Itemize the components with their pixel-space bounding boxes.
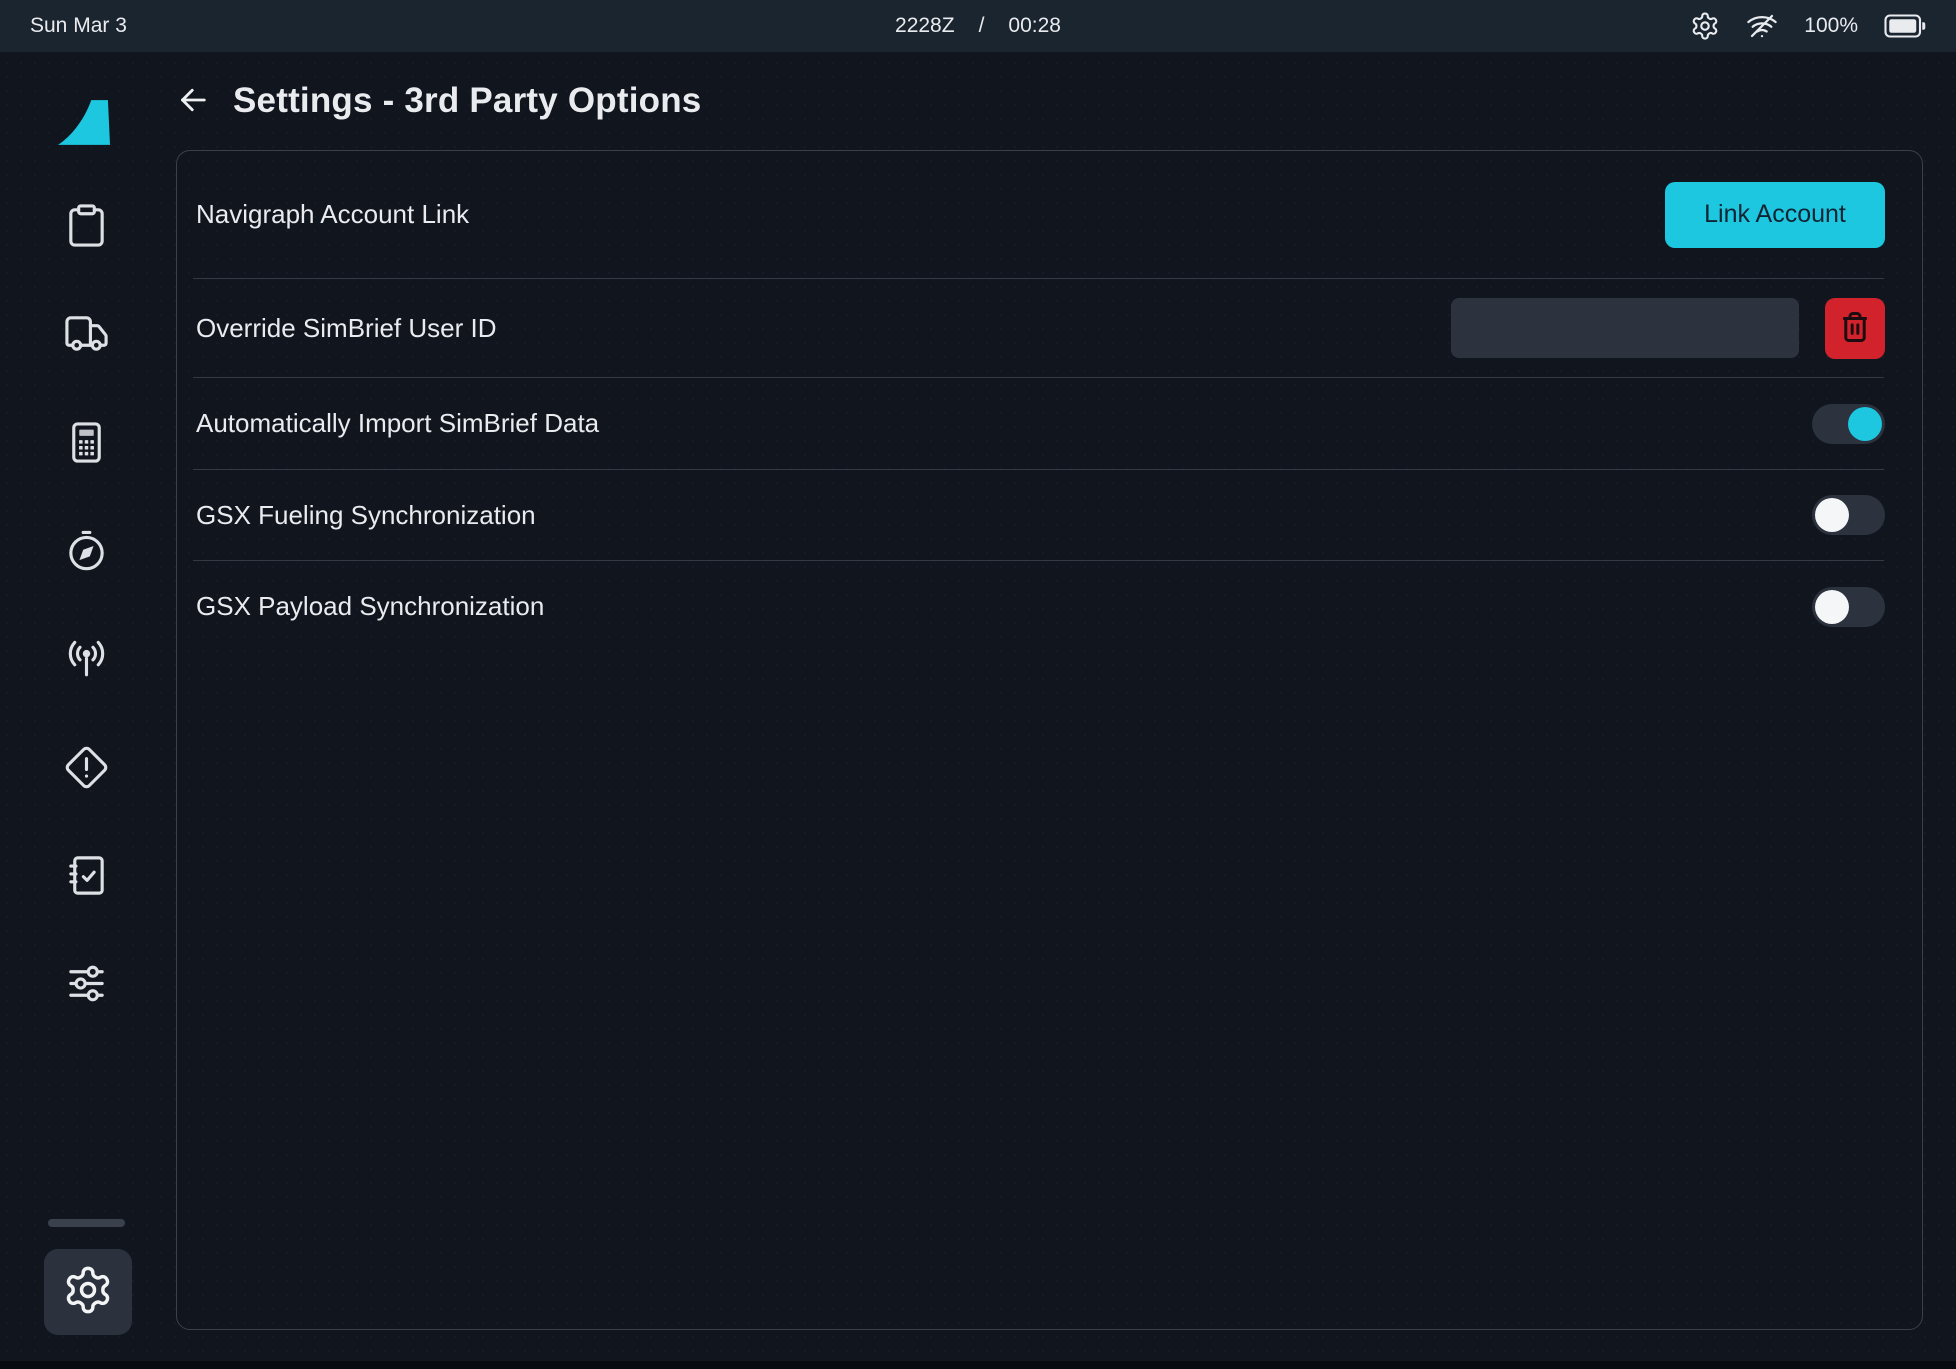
page-header: Settings - 3rd Party Options bbox=[175, 74, 701, 128]
sidebar-item-checklists[interactable] bbox=[42, 850, 130, 906]
sidebar-divider bbox=[48, 1219, 125, 1227]
setting-label: Override SimBrief User ID bbox=[196, 313, 497, 344]
toggle-knob bbox=[1815, 498, 1849, 532]
setting-label: GSX Payload Synchronization bbox=[196, 591, 544, 622]
battery-percent: 100% bbox=[1804, 14, 1858, 38]
status-indicators: 100% bbox=[1690, 10, 1926, 42]
simbrief-id-input[interactable] bbox=[1451, 298, 1799, 358]
setting-row-simbrief-id: Override SimBrief User ID bbox=[177, 279, 1922, 377]
sidebar-item-ground-services[interactable] bbox=[42, 308, 130, 364]
toggle-knob bbox=[1848, 407, 1882, 441]
setting-row-gsx-payload: GSX Payload Synchronization bbox=[177, 561, 1922, 652]
sidebar-item-settings-active[interactable] bbox=[44, 1249, 132, 1335]
toggle-gsx-payload[interactable] bbox=[1812, 587, 1885, 627]
radio-antenna-icon bbox=[63, 635, 110, 687]
sidebar-item-navigation[interactable] bbox=[42, 525, 130, 581]
sidebar-item-options[interactable] bbox=[42, 958, 130, 1014]
setting-label: Navigraph Account Link bbox=[196, 199, 469, 230]
sidebar-item-failures[interactable] bbox=[42, 742, 130, 798]
toggle-knob bbox=[1815, 590, 1849, 624]
gear-icon bbox=[1690, 11, 1720, 41]
toggle-gsx-fueling[interactable] bbox=[1812, 495, 1885, 535]
status-date: Sun Mar 3 bbox=[30, 14, 127, 38]
sidebar-item-performance[interactable] bbox=[42, 417, 130, 473]
sidebar-item-flightplan[interactable] bbox=[42, 200, 130, 256]
settings-panel: Navigraph Account Link Link Account Over… bbox=[176, 150, 1923, 1330]
alert-diamond-icon bbox=[63, 744, 110, 796]
sidebar bbox=[0, 52, 150, 1369]
setting-label: Automatically Import SimBrief Data bbox=[196, 408, 599, 439]
setting-row-auto-import: Automatically Import SimBrief Data bbox=[177, 378, 1922, 469]
clipboard-icon bbox=[63, 202, 110, 254]
notebook-check-icon bbox=[63, 852, 110, 904]
compass-icon bbox=[63, 527, 110, 579]
simbrief-id-controls bbox=[1451, 298, 1885, 359]
status-time-local: 00:28 bbox=[1008, 14, 1061, 38]
page-title: Settings - 3rd Party Options bbox=[233, 81, 701, 121]
wifi-off-icon bbox=[1746, 10, 1778, 42]
link-account-button[interactable]: Link Account bbox=[1665, 182, 1885, 248]
status-clock: 2228Z / 00:28 bbox=[895, 14, 1061, 38]
delete-simbrief-id-button[interactable] bbox=[1825, 298, 1885, 359]
status-time-separator: / bbox=[979, 14, 985, 38]
airline-tail-logo bbox=[58, 100, 110, 145]
setting-row-navigraph: Navigraph Account Link Link Account bbox=[177, 151, 1922, 278]
efb-screen: Sun Mar 3 2228Z / 00:28 bbox=[0, 0, 1956, 1369]
calculator-icon bbox=[63, 419, 110, 471]
setting-label: GSX Fueling Synchronization bbox=[196, 500, 536, 531]
sidebar-item-radio[interactable] bbox=[42, 633, 130, 689]
battery-icon bbox=[1884, 14, 1926, 38]
back-button[interactable] bbox=[175, 83, 211, 119]
bottom-edge bbox=[0, 1361, 1956, 1369]
truck-icon bbox=[63, 310, 110, 362]
trash-icon bbox=[1838, 310, 1872, 347]
status-bar: Sun Mar 3 2228Z / 00:28 bbox=[0, 0, 1956, 52]
status-time-utc: 2228Z bbox=[895, 14, 955, 38]
gear-icon bbox=[62, 1264, 114, 1321]
setting-row-gsx-fueling: GSX Fueling Synchronization bbox=[177, 470, 1922, 560]
sliders-icon bbox=[63, 960, 110, 1012]
toggle-auto-import-simbrief[interactable] bbox=[1812, 404, 1885, 444]
back-arrow-icon bbox=[175, 82, 211, 121]
